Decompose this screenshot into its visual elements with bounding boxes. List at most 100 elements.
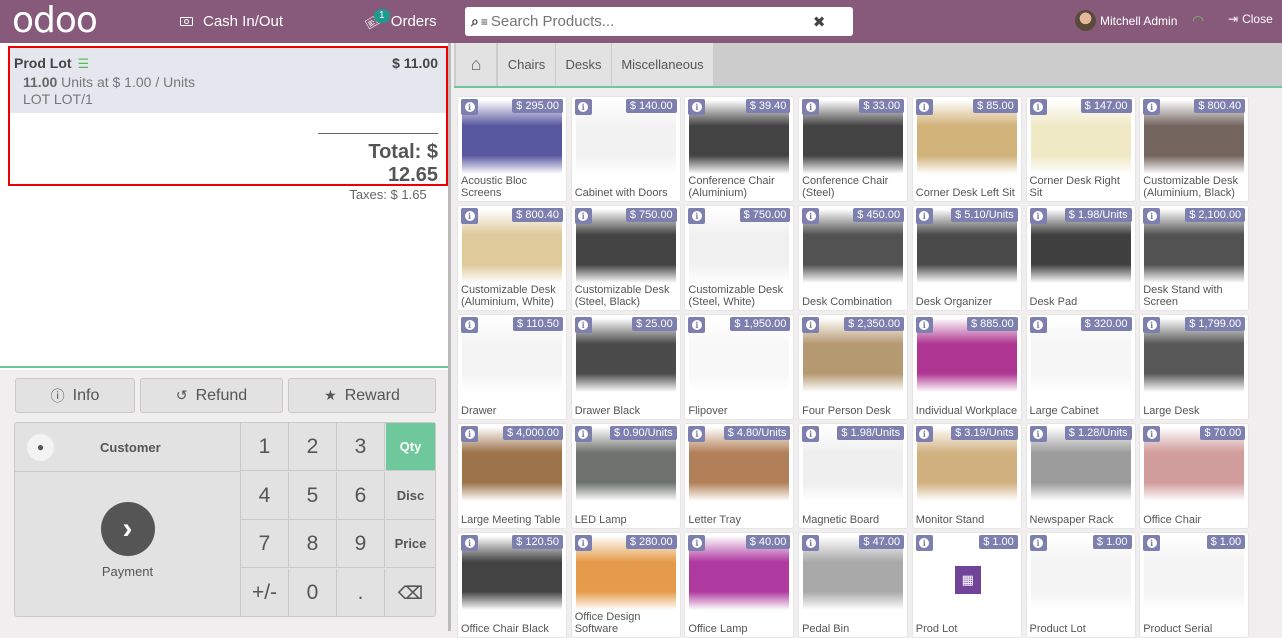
product-info-icon[interactable]: i xyxy=(915,99,933,115)
product-info-icon[interactable]: i xyxy=(802,317,820,333)
lot-list-icon[interactable]: ☰ xyxy=(77,56,89,72)
reward-button[interactable]: ★ Reward xyxy=(288,378,436,413)
numpad-key[interactable]: 3 xyxy=(337,423,385,471)
numpad-key[interactable]: 4 xyxy=(241,472,289,520)
numpad-key[interactable]: 2 xyxy=(289,423,337,471)
product-card[interactable]: i $ 40.00 Office Lamp xyxy=(684,532,795,638)
product-card[interactable]: i $ 4.80/Units Letter Tray xyxy=(684,423,795,529)
product-info-icon[interactable]: i xyxy=(915,208,933,224)
product-card[interactable]: i $ 320.00 Large Cabinet xyxy=(1025,314,1136,420)
product-card[interactable]: i $ 85.00 Corner Desk Left Sit xyxy=(911,96,1022,202)
product-card[interactable]: i $ 1.98/Units Magnetic Board xyxy=(798,423,909,529)
product-info-icon[interactable]: i xyxy=(688,99,706,115)
product-card[interactable]: i $ 1,950.00 Flipover xyxy=(684,314,795,420)
product-info-icon[interactable]: i xyxy=(1029,535,1047,551)
product-card[interactable]: i $ 280.00 Office Design Software xyxy=(570,532,681,638)
home-category-button[interactable]: ⌂ xyxy=(456,43,497,86)
product-card[interactable]: i $ 1.00 Product Serial xyxy=(1139,532,1250,638)
backspace-button[interactable]: ⌫ xyxy=(386,569,435,617)
product-info-icon[interactable]: i xyxy=(1029,208,1047,224)
numpad-key[interactable]: . xyxy=(337,569,385,617)
product-card[interactable]: i $ 885.00 Individual Workplace xyxy=(911,314,1022,420)
product-info-icon[interactable]: i xyxy=(574,535,592,551)
product-info-icon[interactable]: i xyxy=(802,426,820,442)
product-card[interactable]: i $ 120.50 Office Chair Black xyxy=(457,532,567,638)
product-info-icon[interactable]: i xyxy=(1143,317,1161,333)
user-menu[interactable]: Mitchell Admin xyxy=(1075,10,1177,31)
product-info-icon[interactable]: i xyxy=(1143,426,1161,442)
refund-button[interactable]: ↺ Refund xyxy=(140,378,283,413)
orders-button[interactable]: 🎫︎ 1 Orders xyxy=(362,0,437,43)
product-info-icon[interactable]: i xyxy=(461,317,478,333)
product-info-icon[interactable]: i xyxy=(1143,208,1161,224)
numpad-key[interactable]: 6 xyxy=(337,472,385,520)
product-card[interactable]: i $ 2,350.00 Four Person Desk xyxy=(798,314,909,420)
product-card[interactable]: i $ 25.00 Drawer Black xyxy=(570,314,681,420)
product-info-icon[interactable]: i xyxy=(1029,317,1047,333)
product-card[interactable]: i $ 147.00 Corner Desk Right Sit xyxy=(1025,96,1136,202)
numpad-key[interactable]: 1 xyxy=(241,423,289,471)
product-card[interactable]: i $ 0.90/Units LED Lamp xyxy=(570,423,681,529)
product-info-icon[interactable]: i xyxy=(574,426,592,442)
clear-search-icon[interactable]: ✖ xyxy=(813,13,826,31)
product-info-icon[interactable]: i xyxy=(461,426,478,442)
wifi-icon[interactable]: ◠ xyxy=(1192,12,1204,29)
numpad-key[interactable]: 9 xyxy=(337,520,385,568)
product-info-icon[interactable]: i xyxy=(802,535,820,551)
numpad-key[interactable]: 8 xyxy=(289,520,337,568)
product-info-icon[interactable]: i xyxy=(574,208,592,224)
info-button[interactable]: ⓘ Info xyxy=(15,378,135,413)
product-card[interactable]: i $ 47.00 Pedal Bin xyxy=(798,532,909,638)
product-info-icon[interactable]: i xyxy=(461,535,478,551)
numpad-key[interactable]: +/- xyxy=(241,569,289,617)
product-info-icon[interactable]: i xyxy=(461,208,478,224)
product-info-icon[interactable]: i xyxy=(915,426,933,442)
product-card[interactable]: i $ 450.00 Desk Combination xyxy=(798,205,909,311)
product-card[interactable]: i $ 110.50 Drawer xyxy=(457,314,567,420)
product-card[interactable]: i $ 800.40 Customizable Desk (Aluminium, B… xyxy=(1139,96,1250,202)
numpad-key[interactable]: 0 xyxy=(289,569,337,617)
product-card[interactable]: i $ 2,100.00 Desk Stand with Screen xyxy=(1139,205,1250,311)
product-card[interactable]: i $ 1,799.00 Large Desk xyxy=(1139,314,1250,420)
search-input[interactable] xyxy=(490,13,801,30)
product-card[interactable]: i $ 750.00 Customizable Desk (Steel, Black… xyxy=(570,205,681,311)
close-button[interactable]: ⇥ Close xyxy=(1228,12,1273,26)
category-miscellaneous[interactable]: Miscellaneous xyxy=(612,43,714,86)
product-card[interactable]: i $ 750.00 Customizable Desk (Steel, White… xyxy=(684,205,795,311)
payment-button[interactable]: › Payment xyxy=(15,472,241,617)
product-info-icon[interactable]: i xyxy=(1029,99,1047,115)
cash-in-out-button[interactable]: Cash In/Out xyxy=(180,0,283,43)
product-info-icon[interactable]: i xyxy=(1143,535,1161,551)
product-card[interactable]: i $ 70.00 Office Chair xyxy=(1139,423,1250,529)
product-info-icon[interactable]: i xyxy=(574,99,592,115)
product-info-icon[interactable]: i xyxy=(688,317,706,333)
product-info-icon[interactable]: i xyxy=(802,99,820,115)
product-info-icon[interactable]: i xyxy=(1029,426,1047,442)
product-card[interactable]: i $ 140.00 Cabinet with Doors xyxy=(570,96,681,202)
product-card[interactable]: i $ 800.40 Customizable Desk (Aluminium, W… xyxy=(457,205,567,311)
product-card[interactable]: i $ 33.00 Conference Chair (Steel) xyxy=(798,96,909,202)
product-info-icon[interactable]: i xyxy=(688,535,706,551)
product-info-icon[interactable]: i xyxy=(688,208,706,224)
mode-price-button[interactable]: Price xyxy=(386,520,435,568)
product-info-icon[interactable]: i xyxy=(574,317,592,333)
product-card[interactable]: i $ 1.00 Product Lot xyxy=(1025,532,1136,638)
category-chairs[interactable]: Chairs xyxy=(498,43,556,86)
product-card[interactable]: i $ 5.10/Units Desk Organizer xyxy=(911,205,1022,311)
product-info-icon[interactable]: i xyxy=(461,99,478,115)
product-card[interactable]: i $ 3.19/Units Monitor Stand xyxy=(911,423,1022,529)
selected-order-line[interactable]: Prod Lot ☰ $ 11.00 11.00 Units at $ 1.00… xyxy=(10,48,446,113)
product-card[interactable]: i $ 4,000.00 Large Meeting Table xyxy=(457,423,567,529)
numpad-key[interactable]: 5 xyxy=(289,472,337,520)
mode-qty-button[interactable]: Qty xyxy=(386,423,435,471)
category-desks[interactable]: Desks xyxy=(556,43,612,86)
product-info-icon[interactable]: i xyxy=(915,317,933,333)
product-info-icon[interactable]: i xyxy=(915,535,933,551)
product-info-icon[interactable]: i xyxy=(802,208,820,224)
product-info-icon[interactable]: i xyxy=(688,426,706,442)
product-card[interactable]: i $ 39.40 Conference Chair (Aluminium) xyxy=(684,96,795,202)
product-card[interactable]: i $ 295.00 Acoustic Bloc Screens xyxy=(457,96,567,202)
product-card[interactable]: ▦ i $ 1.00 Prod Lot xyxy=(911,532,1022,638)
product-card[interactable]: i $ 1.28/Units Newspaper Rack xyxy=(1025,423,1136,529)
product-info-icon[interactable]: i xyxy=(1143,99,1161,115)
